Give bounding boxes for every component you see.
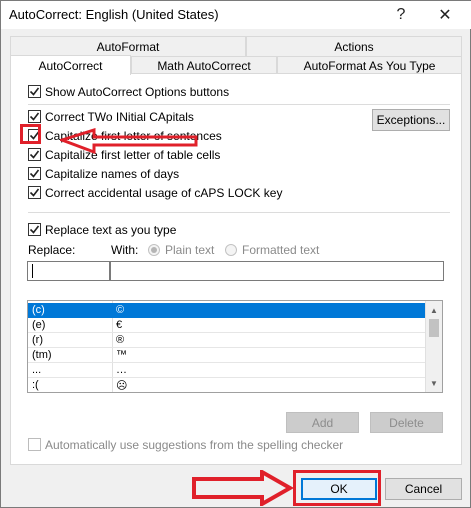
tab-autoformat-label: AutoFormat [96, 39, 160, 54]
help-button[interactable]: ? [381, 1, 421, 29]
list-item[interactable]: (r) ® [28, 333, 427, 348]
entry-with: € [116, 319, 123, 331]
entry-replace: (c) [32, 304, 45, 316]
spelling-suggestions-checkbox[interactable] [28, 438, 41, 451]
delete-button-label: Delete [389, 415, 424, 430]
capitalize-days-label: Capitalize names of days [45, 167, 180, 181]
capitalize-table-cells-checkbox[interactable] [28, 148, 41, 161]
autocorrect-dialog: AutoCorrect: English (United States) ? ✕… [0, 0, 471, 508]
close-button[interactable]: ✕ [425, 1, 465, 29]
correct-two-initial-checkbox[interactable] [28, 110, 41, 123]
checkmark-icon [29, 112, 40, 121]
separator [28, 212, 450, 213]
list-item[interactable]: ... … [28, 363, 427, 378]
checkmark-icon [29, 150, 40, 159]
tab-autoformat-as-you-type-label: AutoFormat As You Type [303, 59, 436, 73]
title-bar: AutoCorrect: English (United States) ? ✕ [1, 1, 471, 29]
checkmark-icon [29, 225, 40, 234]
entry-with: ™ [116, 349, 127, 361]
exceptions-button[interactable]: Exceptions... [372, 109, 450, 131]
cancel-button-label: Cancel [404, 482, 443, 496]
with-label: With: [111, 243, 139, 257]
annotation-arrow-icon [60, 128, 198, 155]
entry-replace: :( [32, 379, 39, 391]
tab-actions[interactable]: Actions [246, 36, 462, 56]
list-item[interactable]: (c) © [28, 303, 427, 318]
tab-actions-label: Actions [334, 39, 374, 54]
show-buttons-label: Show AutoCorrect Options buttons [45, 85, 230, 99]
tab-autocorrect[interactable]: AutoCorrect [10, 55, 131, 75]
list-item[interactable]: :( ☹ [28, 378, 427, 392]
replace-label: Replace: [28, 243, 76, 257]
entry-with: ☹ [116, 380, 128, 392]
plain-text-radio[interactable] [148, 244, 160, 256]
list-item[interactable]: (tm) ™ [28, 348, 427, 363]
formatted-text-radio[interactable] [225, 244, 237, 256]
entry-with: ® [116, 334, 125, 346]
entry-replace: (r) [32, 334, 43, 346]
add-button-label: Add [311, 415, 334, 430]
delete-button[interactable]: Delete [370, 412, 443, 433]
correct-two-initial-label: Correct TWo INitial CApitals [45, 110, 194, 124]
annotation-highlight-box [293, 470, 381, 506]
close-icon: ✕ [438, 7, 452, 24]
replace-as-you-type-checkbox[interactable] [28, 223, 41, 236]
checkmark-icon [29, 169, 40, 178]
caps-lock-checkbox[interactable] [28, 186, 41, 199]
spelling-suggestions-label: Automatically use suggestions from the s… [45, 438, 344, 452]
annotation-highlight-box [20, 124, 41, 144]
show-buttons-checkbox[interactable] [28, 85, 41, 98]
cancel-button[interactable]: Cancel [385, 478, 462, 500]
scroll-up-icon[interactable]: ▲ [426, 302, 442, 318]
annotation-arrow-icon [192, 470, 294, 506]
text-cursor [32, 264, 33, 278]
tab-math-autocorrect-label: Math AutoCorrect [157, 59, 251, 73]
entry-replace: (tm) [32, 349, 52, 361]
help-icon: ? [396, 6, 406, 23]
scroll-down-icon[interactable]: ▼ [426, 375, 442, 391]
list-scrollbar[interactable]: ▲ ▼ [425, 301, 442, 392]
autocorrect-entries-list[interactable]: (c) © (e) € (r) ® (tm) ™ ... … :( ☹ ▲ ▼ [27, 300, 443, 393]
capitalize-days-checkbox[interactable] [28, 167, 41, 180]
list-item[interactable]: (e) € [28, 318, 427, 333]
formatted-text-label: Formatted text [242, 243, 320, 257]
scroll-thumb[interactable] [429, 319, 439, 337]
tab-autocorrect-label: AutoCorrect [38, 58, 103, 73]
plain-text-label: Plain text [165, 243, 215, 257]
replace-as-you-type-label: Replace text as you type [45, 223, 177, 237]
entry-with: © [116, 304, 125, 316]
window-title: AutoCorrect: English (United States) [9, 7, 219, 22]
with-input[interactable] [110, 261, 444, 281]
exceptions-button-label: Exceptions... [376, 113, 446, 127]
replace-input[interactable] [27, 261, 110, 281]
entry-with: … [116, 364, 127, 376]
add-button[interactable]: Add [286, 412, 359, 433]
entry-replace: ... [32, 364, 42, 376]
caps-lock-label: Correct accidental usage of cAPS LOCK ke… [45, 186, 283, 200]
tab-autoformat[interactable]: AutoFormat [10, 36, 246, 56]
entry-replace: (e) [32, 319, 46, 331]
separator [28, 104, 450, 105]
checkmark-icon [29, 188, 40, 197]
checkmark-icon [29, 87, 40, 96]
